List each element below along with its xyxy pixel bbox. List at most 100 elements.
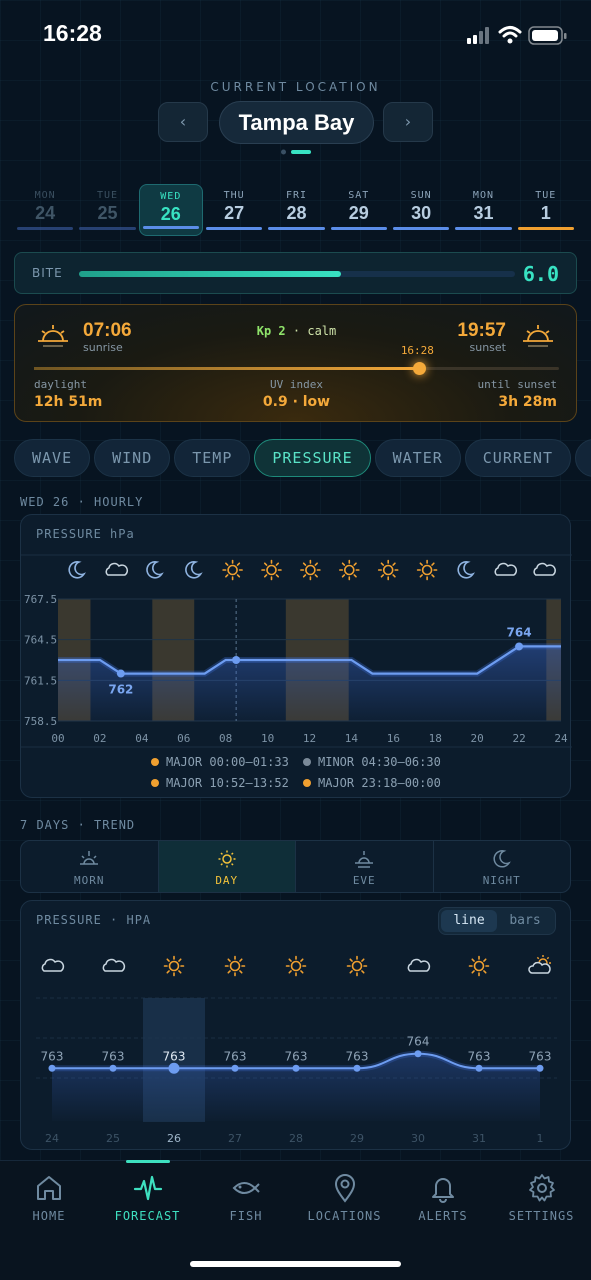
trend-x-label: 26 <box>167 1132 181 1145</box>
day-tue-1[interactable]: TUE 1 <box>515 184 577 236</box>
x-tick-label: 18 <box>429 732 442 745</box>
day-thu-27[interactable]: THU 27 <box>203 184 265 236</box>
moon-icon <box>146 561 164 579</box>
day-name: FRI <box>285 190 307 201</box>
sunrise-icon <box>80 851 99 865</box>
trend-value-label: 764 <box>407 1035 430 1049</box>
nav-locations[interactable]: LOCATIONS <box>296 1173 394 1223</box>
day-part-selector: MORN DAY EVE NIGHT <box>20 840 571 893</box>
cloud-icon <box>407 958 431 972</box>
legend-item: MAJOR 10:52–13:52 <box>151 776 289 790</box>
nav-label: HOME <box>32 1209 66 1223</box>
day-date: 25 <box>97 203 118 223</box>
legend-kind: MAJOR <box>166 755 203 769</box>
day-date: 1 <box>540 203 551 223</box>
cloud-icon <box>102 958 126 972</box>
status-bar: 16:28 <box>0 0 591 66</box>
prev-location-button[interactable]: ‹ <box>158 102 208 142</box>
legend-dot <box>151 779 159 787</box>
day-sat-29[interactable]: SAT 29 <box>328 184 390 236</box>
location-name[interactable]: Tampa Bay <box>219 101 374 144</box>
gear-icon <box>528 1174 555 1202</box>
nav-label: FORECAST <box>114 1209 181 1223</box>
trend-value-label: 763 <box>224 1049 247 1063</box>
pulse-icon <box>133 1175 162 1201</box>
tab-water[interactable]: WATER <box>374 439 461 477</box>
legend-item: MAJOR 00:00–01:33 <box>151 755 289 769</box>
nav-settings[interactable]: SETTINGS <box>493 1173 591 1223</box>
trend-value-label: 763 <box>346 1049 369 1063</box>
tab-current[interactable]: CURRENT <box>464 439 571 477</box>
nav-alerts[interactable]: ALERTS <box>394 1173 492 1223</box>
trend-x-label: 30 <box>411 1132 425 1145</box>
until-sunset-label: until sunset <box>477 378 557 391</box>
day-part-morn[interactable]: MORN <box>21 841 159 892</box>
day-part-label: EVE <box>352 874 376 887</box>
nav-label: FISH <box>229 1209 263 1223</box>
day-part-label: DAY <box>215 874 239 887</box>
day-name: SAT <box>348 190 370 201</box>
sun-icon <box>261 559 282 581</box>
day-tue-25[interactable]: TUE 25 <box>76 184 138 236</box>
nav-forecast[interactable]: FORECAST <box>99 1160 197 1223</box>
trend-point <box>536 1064 544 1072</box>
day-fri-28[interactable]: FRI 28 <box>265 184 327 236</box>
tab-wind[interactable]: WIND <box>94 439 171 477</box>
day-part-night[interactable]: NIGHT <box>434 841 571 892</box>
moon-icon <box>457 561 475 579</box>
tab-wave[interactable]: WAVE <box>14 439 91 477</box>
cloud-icon <box>105 562 129 576</box>
y-tick-label: 758.5 <box>24 715 57 728</box>
nav-fish[interactable]: FISH <box>197 1173 295 1223</box>
day-bite-bar <box>517 227 574 230</box>
moon-icon <box>493 850 511 868</box>
x-tick-label: 20 <box>471 732 484 745</box>
day-name: WED <box>160 191 182 202</box>
nav-label: SETTINGS <box>508 1209 575 1223</box>
tab-temp[interactable]: TEMP <box>174 439 251 477</box>
day-selector: MON 24 TUE 25 WED 26 THU 27 FRI 28 SAT 2… <box>14 184 577 236</box>
nav-active-indicator <box>125 1160 170 1163</box>
nav-label: LOCATIONS <box>307 1209 382 1223</box>
hourly-pressure-chart: 767.5 764.5 761.5 758.5 00 02 04 06 08 10 12 14 16 18… <box>21 554 572 748</box>
day-name: MON <box>34 190 56 201</box>
day-date: 28 <box>286 203 307 223</box>
bite-fill <box>79 271 341 277</box>
day-sun-30[interactable]: SUN 30 <box>390 184 452 236</box>
location-page-dots <box>281 149 311 155</box>
legend-item: MAJOR 23:18–00:00 <box>303 776 441 790</box>
day-date: 31 <box>473 203 494 223</box>
trend-value-label: 763 <box>102 1049 125 1063</box>
day-name: TUE <box>535 190 557 201</box>
tab-b[interactable]: B <box>575 439 591 477</box>
day-date: 24 <box>35 203 56 223</box>
fish-icon <box>232 1182 260 1194</box>
sun-icon <box>222 559 243 581</box>
trend-x-label: 31 <box>472 1132 486 1145</box>
day-mon-31[interactable]: MON 31 <box>452 184 514 236</box>
next-location-button[interactable]: › <box>383 102 433 142</box>
x-tick-label: 22 <box>512 732 525 745</box>
cellular-signal-icon <box>467 27 489 44</box>
day-part-label: NIGHT <box>482 874 521 887</box>
day-wed-26[interactable]: WED 26 <box>138 184 203 236</box>
nav-home[interactable]: HOME <box>0 1173 98 1223</box>
bite-meter: BITE 6.0 <box>14 252 577 294</box>
day-part-day[interactable]: DAY <box>158 841 296 892</box>
day-mon-24[interactable]: MON 24 <box>14 184 76 236</box>
day-bite-bar <box>79 227 136 230</box>
day-bite-bar <box>455 227 512 230</box>
day-part-label: MORN <box>74 874 105 887</box>
day-part-eve[interactable]: EVE <box>296 841 434 892</box>
legend-kind: MAJOR <box>166 776 203 790</box>
daylight-track: 16:28 <box>34 344 559 375</box>
day-bite-bar <box>392 227 450 230</box>
x-tick-label: 06 <box>177 732 190 745</box>
bite-track <box>79 271 515 277</box>
tab-pressure[interactable]: PRESSURE <box>254 439 371 477</box>
trend-point <box>109 1064 117 1072</box>
day-bite-bar <box>330 227 387 230</box>
sun-icon <box>346 955 368 977</box>
current-time-marker: 16:28 <box>400 344 434 357</box>
day-name: SUN <box>410 190 432 201</box>
